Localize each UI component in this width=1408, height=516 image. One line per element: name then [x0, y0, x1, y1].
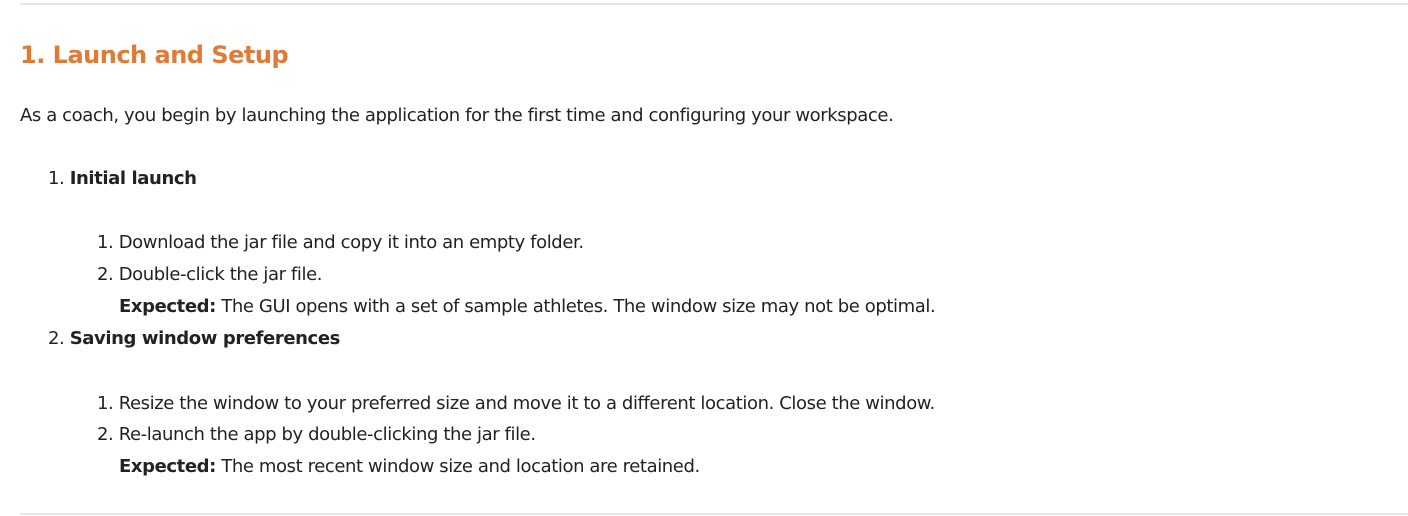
- section-heading: 1. Launch and Setup: [20, 41, 289, 69]
- expected-1-2: Expected: The GUI opens with a set of sa…: [119, 295, 936, 319]
- substep-2-1: 1. Resize the window to your preferred s…: [97, 392, 935, 416]
- step-1: 1. Initial launch: [48, 167, 197, 191]
- intro-paragraph: As a coach, you begin by launching the a…: [20, 105, 894, 126]
- substep-number: 1.: [97, 232, 114, 253]
- substep-text: Double-click the jar file.: [118, 264, 323, 285]
- bottom-divider: [20, 513, 1408, 515]
- step-title: Initial launch: [69, 168, 197, 189]
- substep-1-1: 1. Download the jar file and copy it int…: [97, 231, 584, 255]
- substep-text: Resize the window to your preferred size…: [118, 393, 936, 414]
- step-title: Saving window preferences: [69, 328, 341, 349]
- expected-label: Expected:: [119, 456, 216, 477]
- expected-text: The GUI opens with a set of sample athle…: [221, 296, 936, 317]
- substep-text: Download the jar file and copy it into a…: [118, 232, 584, 253]
- substep-1-2: 2. Double-click the jar file.: [97, 263, 322, 287]
- step-number: 2.: [48, 328, 65, 349]
- substep-text: Re-launch the app by double-clicking the…: [118, 424, 536, 445]
- substep-number: 2.: [97, 264, 114, 285]
- expected-2-2: Expected: The most recent window size an…: [119, 455, 700, 479]
- top-divider: [20, 3, 1408, 5]
- expected-label: Expected:: [119, 296, 216, 317]
- substep-number: 1.: [97, 393, 114, 414]
- substep-number: 2.: [97, 424, 114, 445]
- expected-text: The most recent window size and location…: [221, 456, 700, 477]
- step-2: 2. Saving window preferences: [48, 327, 340, 351]
- step-number: 1.: [48, 168, 65, 189]
- substep-2-2: 2. Re-launch the app by double-clicking …: [97, 423, 536, 447]
